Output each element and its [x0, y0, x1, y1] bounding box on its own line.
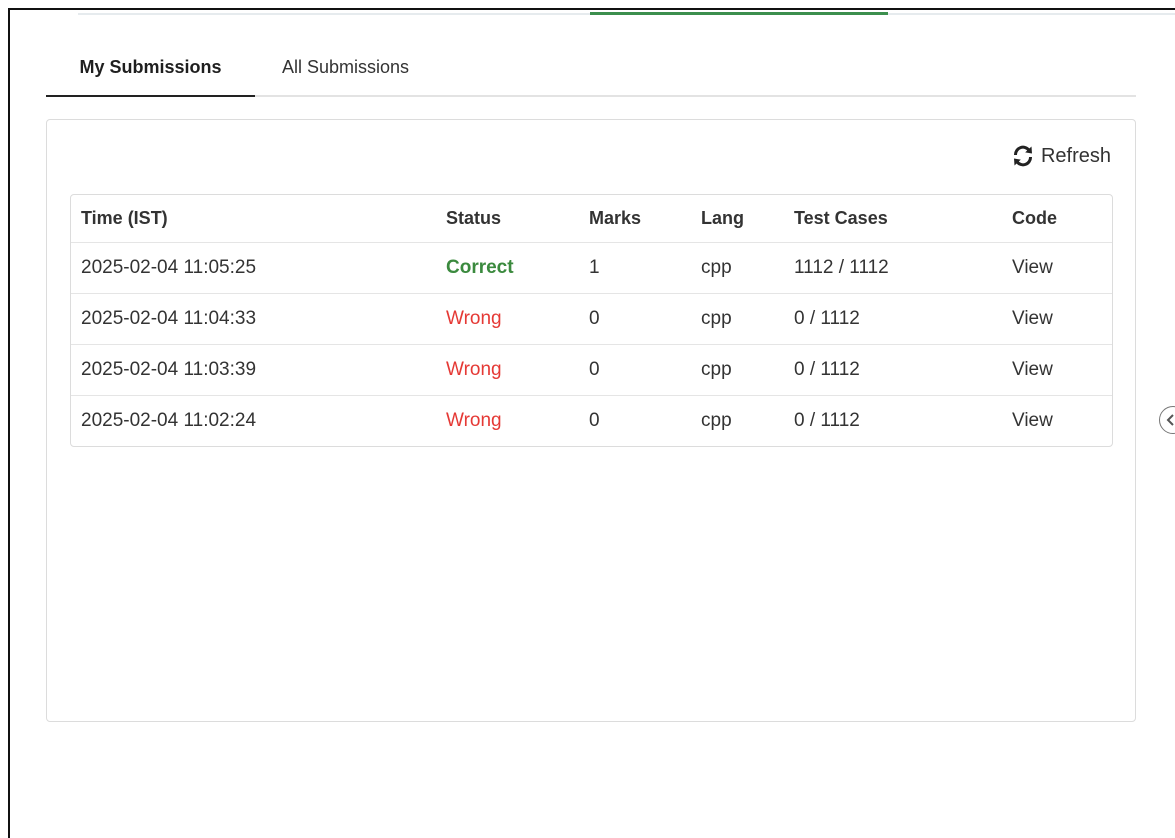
cell-lang: cpp	[701, 409, 732, 431]
refresh-label: Refresh	[1040, 144, 1111, 167]
submissions-card: Refresh Time (IST) Status Marks Lang Tes…	[46, 119, 1136, 722]
cell-time: 2025-02-04 11:05:25	[71, 242, 446, 294]
submission-tabs: My Submissions All Submissions	[46, 52, 1136, 97]
cell-marks: 1	[589, 242, 701, 294]
cell-time: 2025-02-04 11:04:33	[71, 293, 446, 345]
view-code-link[interactable]: View	[1012, 344, 1112, 396]
refresh-button[interactable]: Refresh	[1011, 144, 1111, 168]
cell-time: 2025-02-04 11:02:24	[81, 409, 257, 431]
cell-status: Wrong	[446, 344, 589, 396]
chevron-left-icon	[1166, 414, 1174, 426]
tab-all-submissions[interactable]: All Submissions	[282, 52, 409, 97]
cell-test-cases: 0 / 1112	[794, 293, 1012, 345]
cell-test-cases: 1112 / 1112	[794, 242, 1012, 294]
cell-marks: 0	[589, 293, 701, 345]
cell-status: Correct	[446, 242, 589, 294]
table-row: 2025-02-04 11:03:39 Wrong 0 cpp 0 / 1112…	[71, 344, 1112, 396]
col-header-lang: Lang	[701, 195, 794, 243]
view-code-link[interactable]: View	[1012, 395, 1112, 446]
table-row: 2025-02-04 11:05:25 Correct 1 cpp 1112 /…	[71, 242, 1112, 294]
view-code-link[interactable]: View	[1012, 242, 1112, 294]
submissions-table: Time (IST) Status Marks Lang Test Cases …	[70, 194, 1113, 447]
cell-marks: 0	[589, 344, 701, 396]
cell-status: Wrong	[446, 293, 589, 345]
col-header-test-cases: Test Cases	[794, 195, 1012, 243]
table-row: 2025-02-04 11:04:33 Wrong 0 cpp 0 / 1112…	[71, 293, 1112, 345]
refresh-icon	[1013, 145, 1032, 167]
cell-lang: cpp	[701, 293, 794, 345]
col-header-code: Code	[1012, 195, 1112, 243]
tab-my-submissions[interactable]: My Submissions	[46, 52, 255, 97]
cell-marks: 0	[589, 409, 600, 431]
cell-test-cases: 0 / 1112	[794, 344, 1012, 396]
table-row: 2025-02-04 11:02:24 Wrong 0 cpp 0 / 1112…	[71, 395, 1112, 446]
cell-lang: cpp	[701, 344, 794, 396]
col-header-time: Time (IST)	[71, 195, 446, 243]
cell-status: Wrong	[446, 409, 502, 431]
col-header-marks: Marks	[589, 195, 701, 243]
view-code-link[interactable]: View	[1012, 293, 1112, 345]
cell-lang: cpp	[701, 242, 794, 294]
top-active-indicator	[590, 12, 888, 15]
col-header-status: Status	[446, 195, 589, 243]
cell-time: 2025-02-04 11:03:39	[71, 344, 446, 396]
cell-test-cases: 0 / 1112	[794, 409, 860, 431]
table-header-row: Time (IST) Status Marks Lang Test Cases …	[71, 195, 1112, 243]
